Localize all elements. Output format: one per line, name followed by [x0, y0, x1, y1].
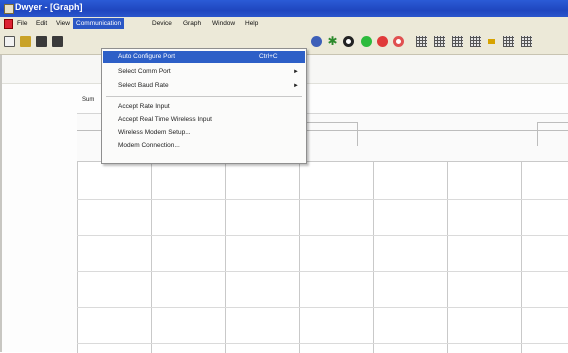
menu-edit[interactable]: Edit: [33, 18, 50, 29]
menu-item-select-baud-rate[interactable]: Select Baud Rate ►: [103, 80, 305, 92]
info-cell-border: [357, 122, 358, 146]
grid-vline: [225, 161, 226, 353]
grid-hline: [77, 343, 568, 344]
grid-view-4-icon[interactable]: [470, 36, 481, 47]
menu-item-auto-configure-port[interactable]: Auto Configure Port Ctrl+C: [103, 51, 305, 63]
menu-item-label: Accept Rate Input: [118, 103, 170, 110]
menu-item-shortcut: Ctrl+C: [259, 53, 278, 60]
menu-item-modem-connection[interactable]: Modem Connection...: [103, 140, 305, 152]
grid-vline: [299, 161, 300, 353]
menu-item-label: Select Comm Port: [118, 68, 171, 75]
print-icon[interactable]: [52, 36, 63, 47]
menu-bar: File Edit View Communication Device Grap…: [0, 17, 568, 30]
grid-vline: [77, 161, 78, 353]
app-icon: [4, 4, 14, 14]
menu-item-accept-real-time-wireless-input[interactable]: Accept Real Time Wireless Input: [103, 114, 305, 126]
menu-item-accept-rate-input[interactable]: Accept Rate Input: [103, 101, 305, 113]
grid-view-2-icon[interactable]: [434, 36, 445, 47]
menu-item-wireless-modem-setup[interactable]: Wireless Modem Setup...: [103, 127, 305, 139]
record-black-icon[interactable]: [343, 36, 354, 47]
graph-grid[interactable]: [77, 161, 568, 353]
grid-hline: [77, 199, 568, 200]
menu-file[interactable]: File: [14, 18, 30, 29]
grid-vline: [151, 161, 152, 353]
help-circle-icon[interactable]: [311, 36, 322, 47]
menu-item-label: Modem Connection...: [118, 142, 180, 149]
grid-vline: [373, 161, 374, 353]
summary-tab[interactable]: Sum: [82, 97, 94, 103]
submenu-arrow-icon: ►: [293, 83, 299, 89]
grid-view-1-icon[interactable]: [416, 36, 427, 47]
grid-hline: [77, 307, 568, 308]
submenu-arrow-icon: ►: [293, 69, 299, 75]
menu-item-label: Wireless Modem Setup...: [118, 129, 191, 136]
grid-vline: [447, 161, 448, 353]
info-cell-line-right: [537, 122, 568, 123]
menu-window[interactable]: Window: [209, 18, 238, 29]
info-cell-border-right: [537, 122, 538, 146]
menu-graph[interactable]: Graph: [180, 18, 204, 29]
new-file-icon[interactable]: [4, 36, 15, 47]
menu-view[interactable]: View: [53, 18, 73, 29]
window-title: Dwyer - [Graph]: [15, 2, 83, 12]
document-icon[interactable]: [4, 19, 13, 29]
play-green-icon[interactable]: [361, 36, 372, 47]
grid-view-3-icon[interactable]: [452, 36, 463, 47]
stop-red-icon[interactable]: [377, 36, 388, 47]
grid-hline: [77, 235, 568, 236]
stop-red-outline-icon[interactable]: [393, 36, 404, 47]
menu-item-label: Select Baud Rate: [118, 82, 169, 89]
grid-view-6-icon[interactable]: [521, 36, 532, 47]
menu-separator: [106, 96, 302, 97]
marker-icon[interactable]: [488, 39, 495, 44]
menu-item-label: Accept Real Time Wireless Input: [118, 116, 212, 123]
open-folder-icon[interactable]: [20, 36, 31, 47]
grid-view-5-icon[interactable]: [503, 36, 514, 47]
communication-menu-dropdown: Auto Configure Port Ctrl+C Select Comm P…: [101, 48, 307, 164]
menu-item-label: Auto Configure Port: [118, 53, 176, 60]
title-bar[interactable]: Dwyer - [Graph]: [0, 0, 568, 17]
menu-item-select-comm-port[interactable]: Select Comm Port ►: [103, 66, 305, 78]
menu-communication[interactable]: Communication: [73, 18, 125, 29]
grid-vline: [521, 161, 522, 353]
save-icon[interactable]: [36, 36, 47, 47]
menu-help[interactable]: Help: [242, 18, 261, 29]
application-window: Dwyer - [Graph] File Edit View Communica…: [0, 0, 568, 353]
menu-device[interactable]: Device: [149, 18, 175, 29]
grid-hline: [77, 271, 568, 272]
star-icon[interactable]: ✱: [327, 35, 338, 47]
